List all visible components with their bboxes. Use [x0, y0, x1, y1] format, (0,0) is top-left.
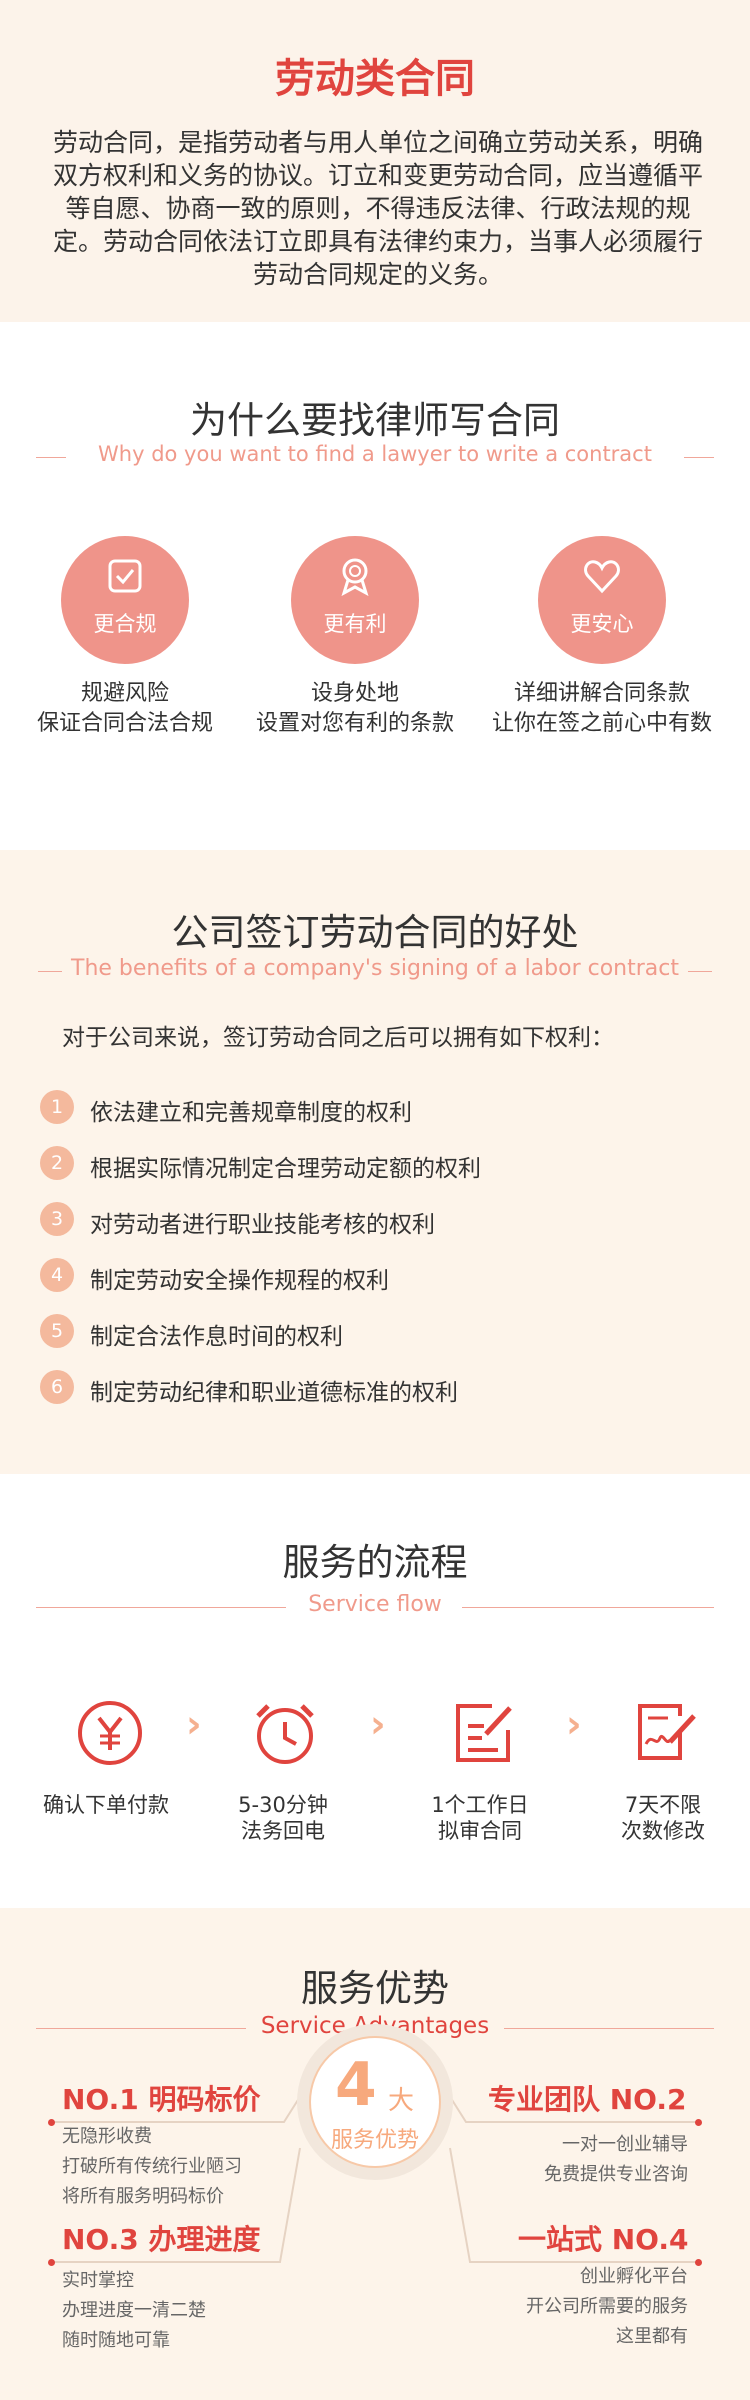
section-subtitle: Why do you want to find a lawyer to writ… — [98, 442, 652, 466]
yen-icon — [78, 1701, 142, 1765]
advantage-line: 免费提供专业咨询 — [544, 2164, 688, 2185]
item-number: 2 — [40, 1146, 74, 1180]
feature-description: 详细讲解合同条款 让你在签之前心中有数 — [477, 679, 727, 739]
advantage-text: 实时掌控 办理进度一清二楚 随时随地可靠 — [62, 2266, 206, 2356]
item-text: 制定合法作息时间的权利 — [90, 1324, 343, 1350]
advantage-line: 打破所有传统行业陋习 — [62, 2156, 242, 2177]
section-title: 为什么要找律师写合同 — [190, 399, 560, 442]
feature-advantage-badge: 更有利 — [291, 536, 419, 664]
heart-icon — [584, 560, 620, 594]
advantage-title: NO.1 明码标价 — [62, 2083, 261, 2116]
advantage-line: 实时掌控 — [62, 2270, 134, 2291]
badge-number: 4 — [335, 2050, 377, 2120]
step-line: 7天不限 — [624, 1793, 702, 1817]
badge-label: 服务优势 — [330, 2128, 419, 2153]
feature-line: 让你在签之前心中有数 — [491, 711, 712, 736]
bullet-dot — [48, 2259, 55, 2266]
feature-compliance-badge: 更合规 — [61, 536, 189, 664]
benefits-section: 公司签订劳动合同的好处 The benefits of a company's … — [0, 850, 750, 1474]
chevron-right-icon: › — [186, 1702, 202, 1746]
item-text: 制定劳动纪律和职业道德标准的权利 — [90, 1380, 458, 1406]
feature-label: 更合规 — [93, 612, 157, 636]
bullet-dot — [48, 2119, 55, 2126]
advantage-text: 创业孵化平台 开公司所需要的服务 这里都有 — [488, 2262, 688, 2352]
edit-document-icon — [456, 1704, 512, 1762]
feature-line: 设身处地 — [310, 681, 399, 706]
advantages-section: 服务优势 Service Advantages 4 大 服务优势 NO.1 明码… — [0, 1908, 750, 2400]
item-number: 5 — [40, 1314, 74, 1348]
why-lawyer-section: 为什么要找律师写合同 Why do you want to find a law… — [0, 322, 750, 850]
award-icon — [341, 558, 369, 596]
step-line: 确认下单付款 — [43, 1793, 169, 1817]
benefits-intro: 对于公司来说，签订劳动合同之后可以拥有如下权利： — [62, 1025, 614, 1051]
advantage-title: 专业团队 NO.2 — [488, 2083, 687, 2116]
bullet-dot — [695, 2119, 702, 2126]
feature-description: 设身处地 设置对您有利的条款 — [230, 679, 480, 739]
item-number: 3 — [40, 1202, 74, 1236]
intro-paragraph: 劳动合同，是指劳动者与用人单位之间确立劳动关系，明确双方权利和义务的协议。订立和… — [52, 128, 703, 289]
advantage-text: 无隐形收费 打破所有传统行业陋习 将所有服务明码标价 — [62, 2122, 242, 2212]
step-line: 5-30分钟 — [238, 1793, 328, 1817]
page-title: 劳动类合同 — [275, 56, 475, 102]
section-subtitle: The benefits of a company's signing of a… — [71, 956, 679, 981]
feature-assurance-badge: 更安心 — [538, 536, 666, 664]
item-number: 6 — [40, 1370, 74, 1404]
step-line: 拟审合同 — [438, 1819, 522, 1843]
divider — [688, 971, 712, 972]
section-subtitle: Service flow — [308, 1592, 442, 1617]
advantage-line: 这里都有 — [616, 2326, 688, 2347]
advantage-line: 无隐形收费 — [62, 2126, 152, 2147]
feature-line: 规避风险 — [80, 681, 169, 706]
section-title: 服务的流程 — [282, 1541, 468, 1584]
step-line: 1个工作日 — [431, 1793, 529, 1817]
flow-step-label: 确认下单付款 — [31, 1792, 181, 1818]
advantage-line: 一对一创业辅导 — [562, 2134, 688, 2155]
advantage-line: 开公司所需要的服务 — [526, 2296, 688, 2317]
feature-line: 设置对您有利的条款 — [255, 711, 454, 736]
intro-section: 劳动类合同 劳动合同，是指劳动者与用人单位之间确立劳动关系，明确双方权利和义务的… — [0, 0, 750, 322]
advantage-line: 将所有服务明码标价 — [62, 2186, 224, 2207]
compliance-icon — [108, 559, 142, 593]
flow-step-label: 7天不限 次数修改 — [588, 1792, 738, 1844]
item-text: 制定劳动安全操作规程的权利 — [90, 1268, 389, 1294]
chevron-right-icon: › — [370, 1702, 386, 1746]
advantage-title: NO.3 办理进度 — [62, 2223, 261, 2256]
step-line: 次数修改 — [621, 1819, 705, 1843]
item-number: 1 — [40, 1090, 74, 1124]
feature-label: 更安心 — [570, 612, 634, 636]
feature-line: 保证合同合法合规 — [36, 711, 213, 736]
alarm-clock-icon — [256, 1704, 314, 1764]
divider — [684, 457, 714, 458]
signature-icon — [638, 1704, 696, 1760]
flow-step-label: 5-30分钟 法务回电 — [208, 1792, 358, 1844]
advantage-line: 办理进度一清二楚 — [62, 2300, 206, 2321]
feature-line: 详细讲解合同条款 — [513, 681, 690, 706]
feature-label: 更有利 — [323, 612, 387, 636]
item-text: 对劳动者进行职业技能考核的权利 — [90, 1212, 435, 1238]
item-text: 根据实际情况制定合理劳动定额的权利 — [90, 1156, 481, 1182]
section-title: 公司签订劳动合同的好处 — [171, 911, 579, 954]
advantage-text: 一对一创业辅导 免费提供专业咨询 — [520, 2130, 688, 2190]
chevron-right-icon: › — [566, 1702, 582, 1746]
advantage-line: 随时随地可靠 — [62, 2330, 170, 2351]
item-number: 4 — [40, 1258, 74, 1292]
bullet-dot — [695, 2259, 702, 2266]
item-text: 依法建立和完善规章制度的权利 — [90, 1100, 412, 1126]
badge-unit: 大 — [388, 2086, 415, 2116]
service-flow-section: 服务的流程 Service flow › › › 确认下单付款 5-30分钟 法… — [0, 1474, 750, 1908]
advantage-line: 创业孵化平台 — [580, 2266, 688, 2287]
divider — [462, 1607, 714, 1608]
step-line: 法务回电 — [241, 1819, 325, 1843]
feature-description: 规避风险 保证合同合法合规 — [0, 679, 250, 739]
advantage-title: 一站式 NO.4 — [518, 2223, 689, 2256]
flow-step-label: 1个工作日 拟审合同 — [405, 1792, 555, 1844]
